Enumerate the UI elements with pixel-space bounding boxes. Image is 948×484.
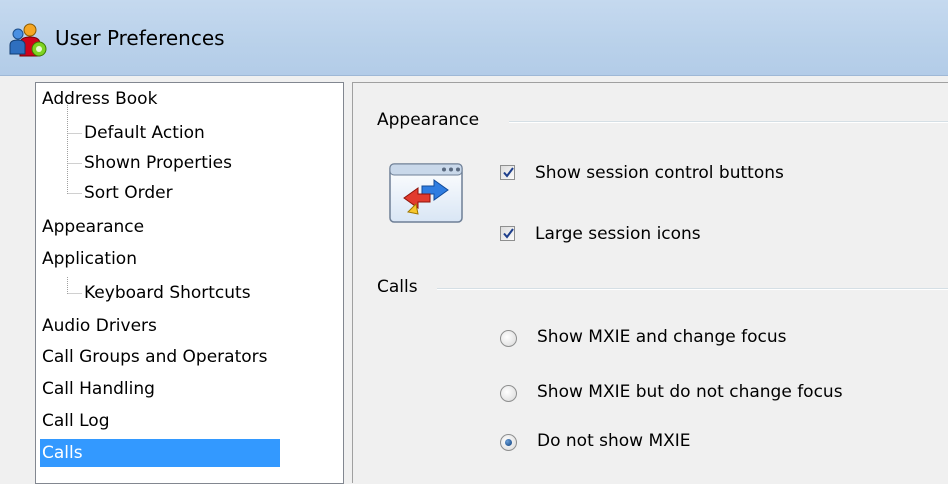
tree-item-default-action[interactable]: Default Action (82, 119, 209, 147)
tree-item-keyboard-shortcuts[interactable]: Keyboard Shortcuts (82, 279, 255, 307)
show-session-control-buttons-label[interactable]: Show session control buttons (535, 163, 784, 183)
appearance-group-label: Appearance (377, 110, 480, 130)
calls-group-label: Calls (377, 277, 418, 297)
calls-group-divider (437, 288, 948, 290)
tree-item-application[interactable]: Application (40, 245, 141, 273)
large-session-icons-label[interactable]: Large session icons (535, 224, 701, 244)
session-control-icon (389, 163, 463, 223)
checkmark-icon (503, 228, 514, 239)
appearance-group-divider (509, 121, 948, 123)
show-mxie-no-focus-label[interactable]: Show MXIE but do not change focus (537, 382, 843, 402)
tree-item-shown-properties[interactable]: Shown Properties (82, 149, 236, 177)
settings-content-panel (352, 82, 948, 483)
do-not-show-mxie-radio[interactable] (500, 434, 517, 451)
window-title: User Preferences (55, 26, 225, 50)
do-not-show-mxie-label[interactable]: Do not show MXIE (537, 431, 691, 451)
tree-item-call-handling[interactable]: Call Handling (40, 375, 159, 403)
show-session-control-buttons-checkbox[interactable] (500, 165, 515, 180)
checkmark-icon (503, 167, 514, 178)
tree-item-appearance[interactable]: Appearance (40, 213, 148, 241)
show-mxie-and-change-focus-radio[interactable] (500, 330, 517, 347)
tree-item-call-groups-and-operators[interactable]: Call Groups and Operators (40, 343, 272, 371)
tree-item-audio-drivers[interactable]: Audio Drivers (40, 312, 161, 340)
window-titlebar[interactable]: User Preferences (0, 0, 948, 76)
show-mxie-no-focus-radio[interactable] (500, 385, 517, 402)
preferences-tree[interactable]: Address Book Default Action Shown Proper… (35, 82, 344, 484)
show-mxie-and-change-focus-label[interactable]: Show MXIE and change focus (537, 327, 786, 347)
large-session-icons-checkbox[interactable] (500, 226, 515, 241)
tree-item-call-log[interactable]: Call Log (40, 407, 114, 435)
tree-item-address-book[interactable]: Address Book (40, 85, 161, 113)
tree-item-sort-order[interactable]: Sort Order (82, 179, 177, 207)
radio-selected-dot (505, 439, 512, 446)
tree-item-calls[interactable]: Calls (40, 439, 280, 467)
user-preferences-app-icon (9, 23, 47, 57)
